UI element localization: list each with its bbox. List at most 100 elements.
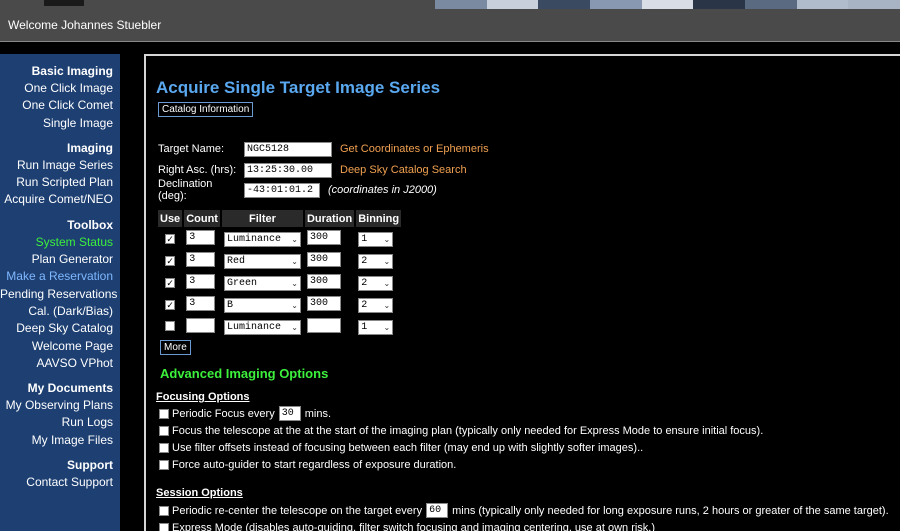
- catalog-information-button[interactable]: Catalog Information: [158, 102, 254, 117]
- sidebar-item[interactable]: Cal. (Dark/Bias): [0, 303, 120, 320]
- sidebar-nav: Basic Imaging One Click Image One Click Co…: [0, 54, 120, 531]
- periodic-focus-input[interactable]: 30: [278, 406, 301, 421]
- count-input[interactable]: 3: [186, 296, 216, 311]
- force-autoguider-checkbox[interactable]: [159, 460, 169, 470]
- sidebar-item[interactable]: Run Image Series: [0, 157, 120, 174]
- use-checkbox[interactable]: ✓: [165, 234, 176, 244]
- sidebar-item[interactable]: Deep Sky Catalog: [0, 320, 120, 337]
- duration-input[interactable]: [306, 318, 341, 333]
- count-input[interactable]: 3: [186, 252, 216, 267]
- sidebar-item[interactable]: Make a Reservation: [0, 268, 120, 285]
- binning-select[interactable]: 2 ⌄: [358, 253, 394, 269]
- deep-sky-search-link[interactable]: Deep Sky Catalog Search: [340, 164, 467, 176]
- table-header-row: Use Count Filter Duration Binning: [158, 210, 402, 227]
- dec-input[interactable]: -43:01:01.2: [244, 182, 320, 198]
- chevron-down-icon: ⌄: [383, 278, 391, 288]
- logo-strip: [44, 0, 84, 6]
- binning-select[interactable]: 1 ⌄: [358, 231, 394, 247]
- sidebar-item[interactable]: My Image Files: [0, 432, 120, 449]
- filter-select[interactable]: Luminance ⌄: [223, 231, 301, 247]
- filter-offsets-checkbox[interactable]: [159, 443, 169, 453]
- chevron-down-icon: ⌄: [291, 278, 298, 288]
- sidebar-item[interactable]: My Observing Plans: [0, 397, 120, 414]
- header-binning: Binning: [356, 210, 402, 227]
- page-title: Acquire Single Target Image Series: [156, 78, 441, 97]
- sidebar-section-heading: Imaging: [66, 140, 113, 155]
- sidebar-item[interactable]: Single Image: [0, 115, 120, 132]
- count-input[interactable]: 3: [186, 274, 216, 289]
- use-checkbox[interactable]: [165, 320, 176, 331]
- filter-select[interactable]: Luminance ⌄: [223, 319, 301, 335]
- count-input[interactable]: 3: [186, 230, 216, 245]
- target-name-input[interactable]: NGC5128: [244, 141, 332, 157]
- sidebar-item[interactable]: Run Logs: [0, 414, 120, 431]
- sidebar-item[interactable]: System Status: [0, 234, 120, 251]
- sidebar-section: My Documents My Observing Plans Run Logs My…: [0, 380, 120, 449]
- header-filter: Filter: [221, 210, 303, 227]
- filter-table: Use Count Filter Duration Binning ✓ 3 Lumi…: [156, 208, 403, 339]
- sidebar-item[interactable]: Contact Support: [0, 474, 120, 491]
- periodic-focus-checkbox[interactable]: [159, 408, 169, 419]
- sidebar-item[interactable]: AAVSO VPhot: [0, 355, 120, 372]
- sidebar-section: Toolbox System Status Plan Generator Make a…: [0, 217, 120, 372]
- sidebar-item[interactable]: Run Scripted Plan: [0, 174, 120, 191]
- recenter-unit: mins (typically only needed for long exp…: [452, 504, 889, 517]
- sidebar-item[interactable]: One Click Image: [0, 80, 120, 97]
- duration-input[interactable]: 300: [306, 230, 341, 245]
- filter-row: Luminance ⌄ 1 ⌄: [158, 317, 401, 337]
- target-name-label: Target Name:: [158, 143, 225, 155]
- banner-image: [435, 0, 900, 9]
- filter-offsets-label: Use filter offsets instead of focusing b…: [172, 442, 644, 454]
- sidebar-item[interactable]: One Click Comet: [0, 97, 120, 114]
- filter-row: ✓ 3 B ⌄ 300 2 ⌄: [158, 295, 401, 315]
- express-mode-label: Express Mode (disables auto-guiding, fil…: [172, 522, 656, 531]
- recenter-input[interactable]: 60: [426, 503, 449, 518]
- use-checkbox[interactable]: ✓: [165, 300, 176, 310]
- duration-input[interactable]: 300: [306, 296, 341, 311]
- filter-select[interactable]: Red ⌄: [223, 253, 301, 269]
- use-checkbox[interactable]: ✓: [165, 256, 176, 266]
- count-input[interactable]: [186, 318, 216, 333]
- focusing-options-heading: Focusing Options: [156, 391, 250, 403]
- binning-select[interactable]: 1 ⌄: [358, 319, 394, 335]
- sidebar-item[interactable]: Pending Reservations: [0, 286, 120, 303]
- sidebar-item[interactable]: Acquire Comet/NEO: [0, 191, 120, 208]
- chevron-down-icon: ⌄: [291, 234, 298, 244]
- chevron-down-icon: ⌄: [383, 300, 391, 310]
- more-button[interactable]: More: [160, 340, 191, 355]
- sidebar-section-heading: My Documents: [27, 381, 113, 396]
- recenter-checkbox[interactable]: [159, 505, 169, 516]
- top-banner: Welcome Johannes Stuebler: [0, 0, 900, 42]
- duration-input[interactable]: 300: [306, 274, 341, 289]
- periodic-focus-option: Periodic Focus every 30 mins.: [159, 406, 331, 421]
- filter-select-value: B: [226, 299, 233, 311]
- binning-select[interactable]: 2 ⌄: [358, 297, 394, 313]
- filter-select[interactable]: Green ⌄: [223, 275, 301, 291]
- sidebar-section: Basic Imaging One Click Image One Click Co…: [0, 63, 120, 132]
- duration-input[interactable]: 300: [306, 252, 341, 267]
- focus-start-checkbox[interactable]: [159, 426, 169, 436]
- filter-select-value: Red: [226, 255, 245, 267]
- ra-label: Right Asc. (hrs):: [158, 164, 237, 176]
- chevron-down-icon: ⌄: [291, 256, 298, 266]
- filter-select[interactable]: B ⌄: [223, 297, 301, 313]
- chevron-down-icon: ⌄: [383, 234, 391, 244]
- sidebar-item[interactable]: Plan Generator: [0, 251, 120, 268]
- dec-row: Declination (deg): -43:01:01.2 (coordina…: [158, 178, 437, 202]
- ra-row: Right Asc. (hrs): 13:25:30.00 Deep Sky C…: [158, 162, 467, 178]
- use-checkbox[interactable]: ✓: [165, 278, 176, 288]
- sidebar-item[interactable]: Welcome Page: [0, 338, 120, 355]
- filter-select-value: Luminance: [226, 321, 281, 333]
- binning-select-value: 2: [361, 255, 368, 267]
- express-mode-checkbox[interactable]: [159, 523, 169, 531]
- focus-start-label: Focus the telescope at the at the start …: [172, 425, 764, 437]
- ra-input[interactable]: 13:25:30.00: [244, 162, 332, 178]
- binning-select[interactable]: 2 ⌄: [358, 275, 394, 291]
- filter-row: ✓ 3 Green ⌄ 300 2 ⌄: [158, 273, 401, 293]
- sidebar-section: Imaging Run Image Series Run Scripted Plan…: [0, 140, 120, 209]
- sidebar-section-heading: Support: [67, 458, 113, 473]
- chevron-down-icon: ⌄: [383, 322, 391, 332]
- filter-row: ✓ 3 Red ⌄ 300 2 ⌄: [158, 251, 401, 271]
- filter-select-value: Luminance: [226, 233, 281, 245]
- get-coordinates-link[interactable]: Get Coordinates or Ephemeris: [340, 143, 489, 155]
